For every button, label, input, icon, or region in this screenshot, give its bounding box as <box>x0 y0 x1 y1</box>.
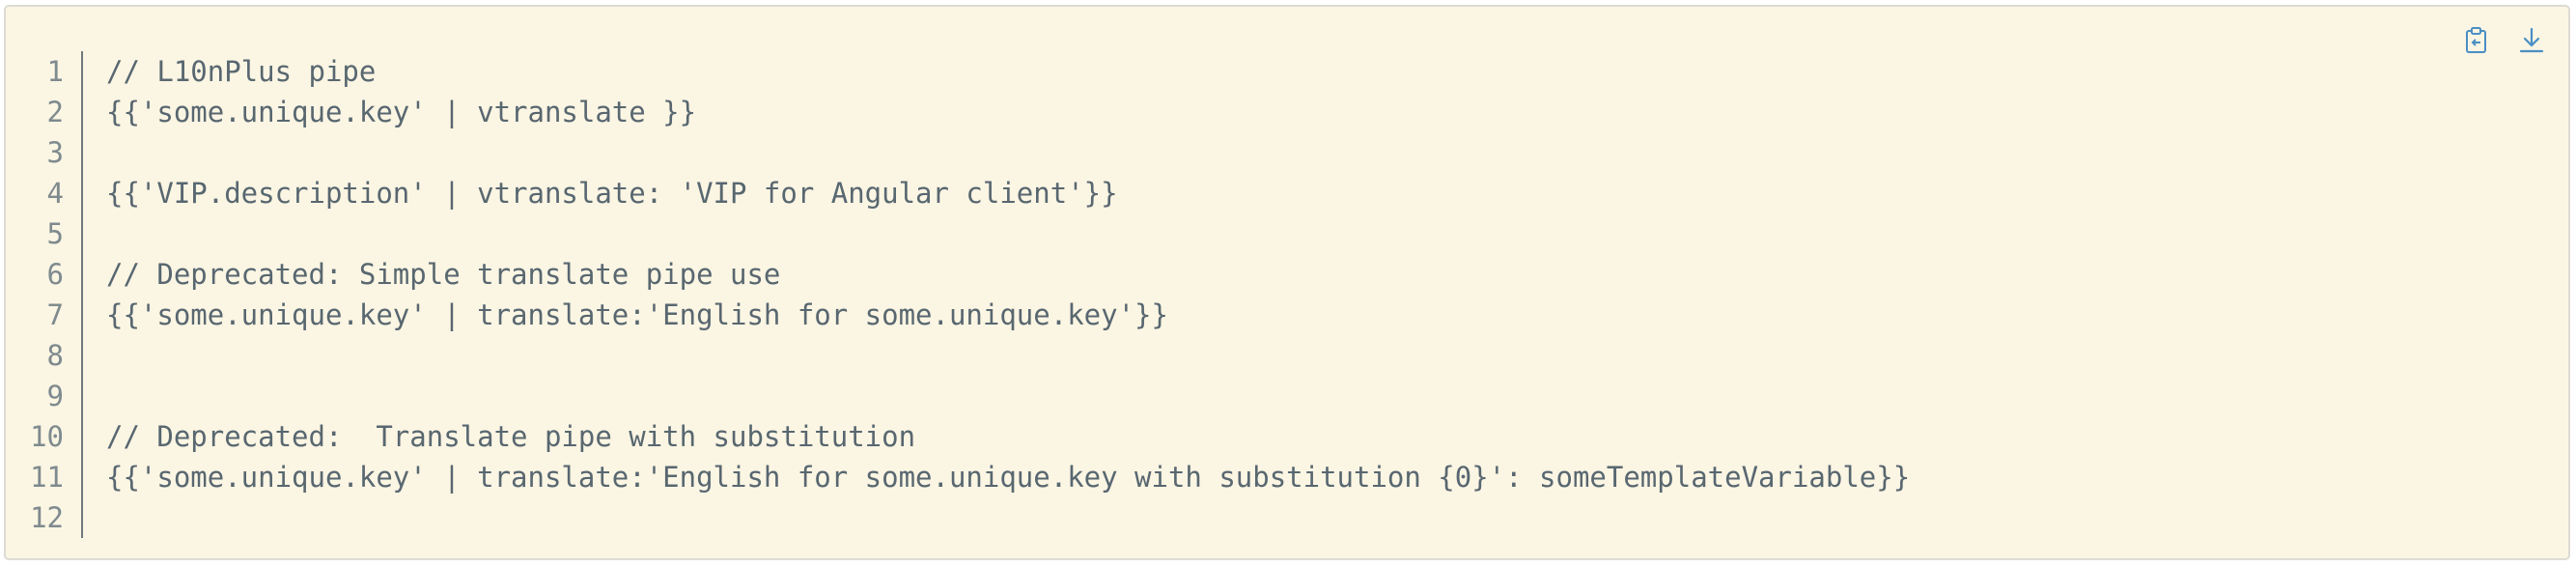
code-block: 1 2 3 4 5 6 7 8 9 10 11 12 // L10nPlus pipe {{'some.… <box>4 5 2570 560</box>
line-number: 1 <box>46 55 64 88</box>
code-toolbar <box>2462 24 2547 57</box>
download-button[interactable] <box>2516 24 2547 57</box>
line-number: 4 <box>46 177 64 210</box>
code-line: {{'VIP.description' | vtranslate: 'VIP f… <box>106 177 1118 210</box>
line-number: 6 <box>46 258 64 291</box>
clipboard-copy-icon <box>2466 27 2486 53</box>
line-number: 12 <box>30 501 64 534</box>
line-number-gutter: 1 2 3 4 5 6 7 8 9 10 11 12 <box>6 51 83 538</box>
line-number: 3 <box>46 136 64 169</box>
code-line: {{'some.unique.key' | translate:'English… <box>106 298 1168 331</box>
code-line: // L10nPlus pipe <box>106 55 377 88</box>
line-number: 11 <box>30 461 64 494</box>
line-number: 2 <box>46 96 64 128</box>
code-area[interactable]: 1 2 3 4 5 6 7 8 9 10 11 12 // L10nPlus pipe {{'some.… <box>6 51 1910 538</box>
code-content: // L10nPlus pipe {{'some.unique.key' | vt… <box>83 51 1910 538</box>
download-icon <box>2519 27 2544 53</box>
line-number: 9 <box>46 380 64 412</box>
code-line: {{'some.unique.key' | vtranslate }} <box>106 96 697 128</box>
code-line: {{'some.unique.key' | translate:'English… <box>106 461 1911 494</box>
line-number: 10 <box>30 420 64 453</box>
line-number: 5 <box>46 217 64 250</box>
line-number: 7 <box>46 298 64 331</box>
copy-button[interactable] <box>2462 24 2493 57</box>
code-line: // Deprecated: Simple translate pipe use <box>106 258 781 291</box>
line-number: 8 <box>46 339 64 372</box>
code-line: // Deprecated: Translate pipe with subst… <box>106 420 916 453</box>
